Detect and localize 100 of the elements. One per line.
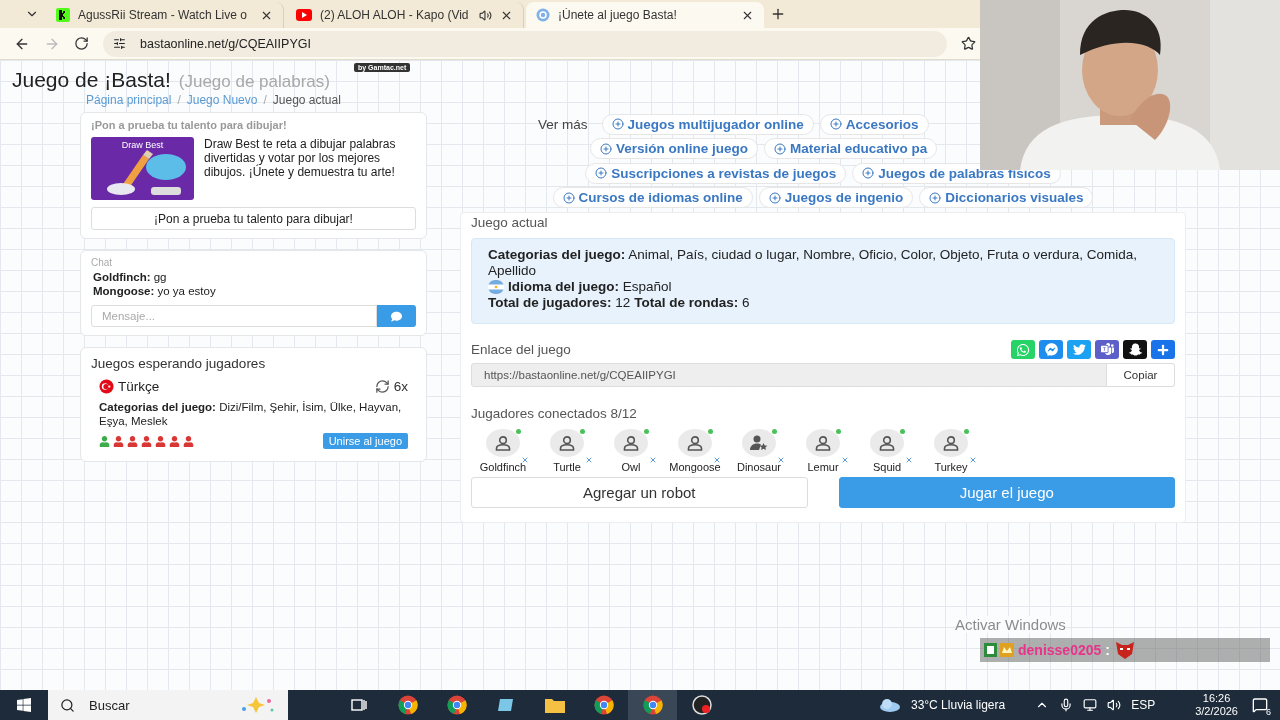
chrome-taskbar-icon[interactable]	[628, 690, 677, 720]
see-more-label: Ver más	[537, 116, 589, 132]
player-name: Mongoose	[669, 461, 721, 473]
browser-tab[interactable]: ¡Únete al juego Basta!	[526, 2, 764, 28]
youtube-logo-icon	[296, 9, 312, 21]
teams-share-button[interactable]	[1095, 340, 1119, 359]
chat-message: Goldfinch: gg	[92, 272, 168, 282]
chat-icon	[1252, 697, 1268, 713]
game-categories: Categorias del juego: Dizi/Film, Şehir, İsim, Ülke, Hayvan, Eşya, Meslek	[99, 400, 403, 428]
game-language: Türkçe	[118, 379, 160, 394]
input-language[interactable]: ESP	[1131, 698, 1156, 712]
game-info-text: Idioma del juego: Español	[508, 279, 672, 295]
network-icon[interactable]	[1083, 698, 1098, 712]
kick-player-icon[interactable]	[777, 456, 785, 464]
kick-player-icon[interactable]	[585, 456, 593, 464]
draw-challenge-button[interactable]: ¡Pon a prueba tu talento para dibujar!	[91, 207, 416, 230]
plus-circle-icon	[595, 167, 608, 180]
player-name: Owl	[621, 461, 641, 473]
related-link[interactable]: Cursos de idiomas online	[552, 187, 753, 209]
kick-player-icon[interactable]	[905, 456, 913, 464]
send-button[interactable]	[377, 305, 416, 327]
user-icon	[687, 435, 703, 451]
site-settings-icon[interactable]	[113, 37, 126, 50]
taskbar-search-field[interactable]: Buscar	[48, 690, 288, 720]
mask-emote-icon	[1113, 640, 1136, 660]
user-icon	[623, 435, 639, 451]
speaker-icon[interactable]	[479, 8, 492, 22]
plus-circle-icon	[768, 191, 781, 204]
chat-username: denisse0205	[1018, 642, 1102, 658]
bird-icon	[1072, 343, 1086, 356]
plus-circle-icon	[829, 118, 842, 131]
plus-circle-icon	[600, 142, 612, 155]
play-button[interactable]: Jugar el juego	[838, 477, 1175, 508]
breadcrumb-link[interactable]: Juego Nuevo	[186, 93, 258, 112]
related-link[interactable]: Juegos multijugador online	[601, 113, 814, 135]
more-share-button[interactable]	[1151, 340, 1175, 359]
activation-notice: Activar Windows	[955, 616, 1066, 633]
taskbar-clock[interactable]: 16:26 3/2/2026	[1195, 692, 1238, 718]
game-link-heading: Enlace del juego	[471, 342, 571, 357]
twitter-share-button[interactable]	[1067, 340, 1091, 359]
chat-message: Mongoose: yo ya estoy	[92, 286, 217, 296]
user-icon	[943, 435, 959, 451]
related-link[interactable]: Suscripciones a revistas de juegos	[585, 162, 847, 184]
page-subtitle: (Juego de palabras)	[178, 72, 330, 92]
rounds-icon	[374, 379, 390, 394]
kick-player-icon[interactable]	[521, 456, 529, 464]
kick-player-icon[interactable]	[649, 456, 657, 464]
related-link[interactable]: Diccionarios visuales	[919, 187, 1094, 209]
rounds-count: 6x	[393, 379, 408, 394]
related-link[interactable]: Accesorios	[819, 113, 929, 135]
plus-icon	[1157, 343, 1169, 356]
players-heading: Jugadores conectados 8/12	[471, 406, 638, 421]
weather-text: 33°C Lluvia ligera	[910, 698, 1006, 712]
breadcrumb-link[interactable]: Página principal	[86, 93, 172, 112]
teams-icon	[1100, 343, 1114, 356]
volume-icon[interactable]	[1107, 698, 1122, 712]
microphone-icon[interactable]	[1059, 698, 1074, 712]
plus-circle-icon	[862, 167, 875, 180]
related-link[interactable]: Material educativo pa	[764, 138, 938, 160]
add-robot-button[interactable]: Agregar un robot	[471, 477, 808, 508]
kick-player-icon[interactable]	[969, 456, 977, 464]
copy-button[interactable]: Copiar	[1107, 363, 1175, 387]
search-icon	[60, 697, 75, 713]
notifications-button[interactable]: 6	[1248, 693, 1272, 717]
user-icon	[815, 435, 831, 451]
game-info-text: Total de jugadores: 12	[488, 295, 631, 311]
promo-text: Draw Best te reta a dibujar palabras divertidas y votar por los mejores dibujos. ¡Únete y demuestra tu arte!	[204, 137, 397, 181]
game-info-text: Total de rondas: 6	[634, 295, 750, 311]
chat-separator: :	[1105, 642, 1110, 658]
kick-player-icon[interactable]	[841, 456, 849, 464]
messenger-share-button[interactable]	[1039, 340, 1063, 359]
ghost-icon	[1128, 343, 1142, 356]
kick-player-icon[interactable]	[713, 456, 721, 464]
user-icon	[495, 435, 511, 451]
join-game-button[interactable]: Unirse al juego	[322, 433, 408, 449]
address-bar[interactable]: bastaonline.net/g/CQEAIIPYGI	[103, 30, 947, 57]
promo-heading: ¡Pon a prueba tu talento para dibujar!	[91, 119, 288, 131]
user-star-icon	[750, 435, 768, 451]
player-name: Goldfinch	[479, 461, 527, 473]
player-name: Dinosaur	[737, 461, 781, 473]
kick-logo-icon	[56, 8, 70, 22]
message-field[interactable]: Mensaje...	[91, 305, 377, 327]
waiting-games-heading: Juegos esperando jugadores	[91, 356, 267, 371]
game-link-field[interactable]: https://bastaonline.net/g/CQEAIIPYGI	[471, 363, 1107, 387]
snapchat-share-button[interactable]	[1123, 340, 1147, 359]
player-name: Turkey	[934, 461, 968, 473]
reload-icon[interactable]	[74, 36, 89, 51]
plus-icon	[770, 6, 786, 22]
breadcrumb-separator: /	[263, 93, 267, 109]
current-game-heading: Juego actual	[471, 215, 549, 230]
related-link[interactable]: Juegos de ingenio	[758, 187, 914, 209]
whatsapp-icon	[1016, 342, 1030, 357]
player-name: Lemur	[807, 461, 839, 473]
breadcrumb-separator: /	[177, 93, 181, 109]
game-info-text: Categorias del juego: Animal, País, ciudad o lugar, Nombre, Oficio, Color, Objeto, Fruta o verdura, Comida, Apellido	[488, 247, 1139, 279]
bookmark-star-icon[interactable]	[961, 36, 976, 51]
related-link[interactable]: Versión online juego	[590, 138, 759, 160]
user-icon	[559, 435, 575, 451]
plus-circle-icon	[774, 142, 787, 155]
plus-circle-icon	[929, 191, 942, 204]
